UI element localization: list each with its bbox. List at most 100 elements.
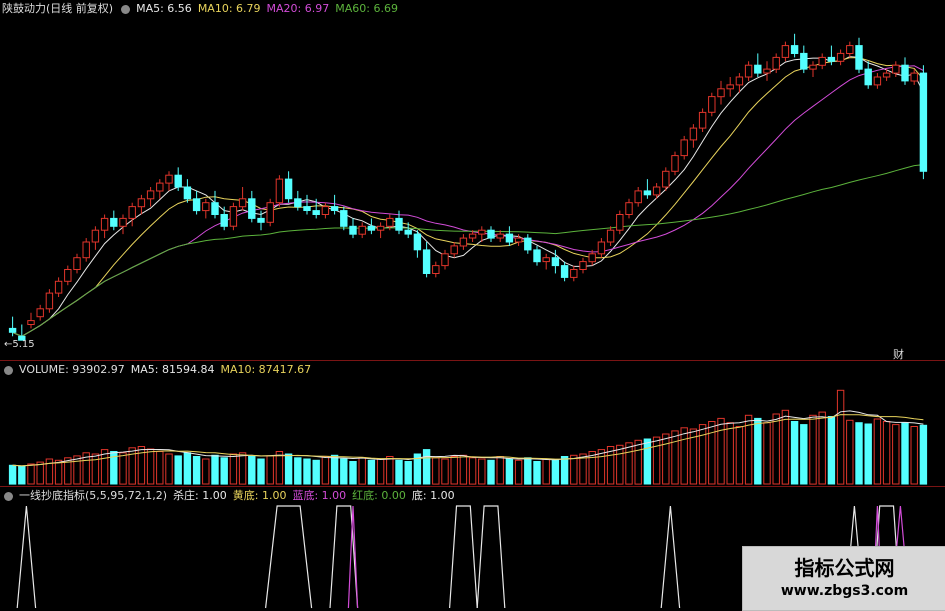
settings-circle-icon[interactable] <box>121 4 131 14</box>
candle-body <box>386 217 394 227</box>
volume-bar <box>376 458 385 485</box>
volume-bar <box>717 417 725 485</box>
signal-white <box>476 505 506 609</box>
candle-body <box>533 249 541 263</box>
volume-settings-icon[interactable] <box>4 365 13 375</box>
volume-bar <box>671 430 679 485</box>
ma5-label: MA5: 6.56 <box>136 2 192 15</box>
signal-white <box>449 505 478 609</box>
volume-bar <box>763 422 771 485</box>
volume-bar <box>680 427 688 485</box>
volume-bar <box>662 433 670 485</box>
volume-bar <box>211 454 219 485</box>
volume-bar <box>257 458 265 485</box>
volume-ma5-label: MA5: 81594.84 <box>130 363 215 376</box>
indicator-item-label: 杀庄: 1.00 <box>173 489 227 502</box>
volume-bar <box>754 417 762 485</box>
indicator-title: 一线抄底指标(5,5,95,72,1,2) <box>19 489 168 502</box>
candle-body <box>625 202 633 215</box>
candle-body <box>836 52 845 62</box>
candle-body <box>855 45 863 70</box>
volume-bar <box>505 458 514 485</box>
volume-bar <box>238 452 247 485</box>
volume-bar <box>496 456 504 485</box>
candle-body <box>560 265 569 278</box>
volume-bar <box>643 438 652 485</box>
volume-bar <box>708 421 716 485</box>
candle-body <box>404 229 412 235</box>
candle-body <box>27 320 35 326</box>
candle-body <box>8 327 17 333</box>
candle-body <box>376 225 385 231</box>
volume-bar <box>202 458 210 485</box>
volume-bar <box>790 421 799 485</box>
volume-bar <box>735 426 744 485</box>
indicator-settings-icon[interactable] <box>4 491 13 501</box>
candle-body <box>450 245 458 255</box>
ma60-label: MA60: 6.69 <box>335 2 398 15</box>
candle-body <box>146 190 155 200</box>
candle-body <box>726 84 734 90</box>
candle-body <box>873 76 882 86</box>
volume-bar <box>137 446 146 485</box>
candle-body <box>45 292 54 310</box>
volume-bar <box>514 459 523 485</box>
volume-bar <box>919 424 928 485</box>
volume-bar <box>386 456 394 485</box>
volume-bar <box>349 461 357 485</box>
volume-bar <box>432 457 440 485</box>
candle-body <box>468 233 477 239</box>
volume-bar <box>404 461 412 485</box>
ma60-line <box>12 164 924 337</box>
volume-bar <box>855 422 863 485</box>
candle-body <box>800 52 808 70</box>
volume-bar <box>468 457 477 485</box>
volume-bar <box>54 459 63 485</box>
candle-body <box>698 111 707 129</box>
indicator-header: 一线抄底指标(5,5,95,72,1,2) 杀庄: 1.00 黄底: 1.00 蓝底… <box>2 489 461 503</box>
candle-body <box>763 68 771 74</box>
candle-body <box>689 127 698 141</box>
candle-body <box>505 233 514 243</box>
volume-bar <box>487 459 495 485</box>
candle-body <box>781 45 790 58</box>
candle-body <box>772 56 780 70</box>
volume-bar <box>726 422 734 485</box>
candle-body <box>110 217 118 227</box>
candle-body <box>542 257 550 263</box>
volume-bar <box>367 459 376 485</box>
volume-bar <box>156 451 164 485</box>
volume-ma10-label: MA10: 87417.67 <box>220 363 312 376</box>
candle-body <box>717 88 725 98</box>
volume-bar <box>303 458 311 485</box>
volume-bar <box>625 442 633 485</box>
price-low-marker: ←5.15 <box>4 339 35 350</box>
candle-body <box>211 202 219 215</box>
volume-bar <box>846 419 854 485</box>
candle-body <box>238 198 247 208</box>
candle-body <box>754 64 762 74</box>
candle-body <box>579 261 587 271</box>
candle-body <box>64 269 72 282</box>
candle-body <box>367 225 376 231</box>
candle-body <box>303 206 311 212</box>
price-volume-divider <box>0 360 945 361</box>
candle-body <box>248 198 256 219</box>
price-chart <box>8 33 928 341</box>
volume-bar <box>192 456 201 485</box>
candle-body <box>91 229 100 243</box>
volume-bar <box>422 449 431 485</box>
volume-bar <box>864 423 872 485</box>
candle-body <box>330 206 339 212</box>
candle-body <box>275 178 284 204</box>
candle-body <box>514 237 523 243</box>
candle-body <box>36 308 44 318</box>
volume-bar <box>892 424 900 485</box>
candle-body <box>744 64 753 78</box>
candle-body <box>312 210 320 216</box>
candle-body <box>864 68 872 86</box>
volume-title: VOLUME: 93902.97 <box>19 363 125 376</box>
signal-white <box>660 505 681 609</box>
candle-body <box>54 280 63 294</box>
volume-bar <box>560 456 569 485</box>
